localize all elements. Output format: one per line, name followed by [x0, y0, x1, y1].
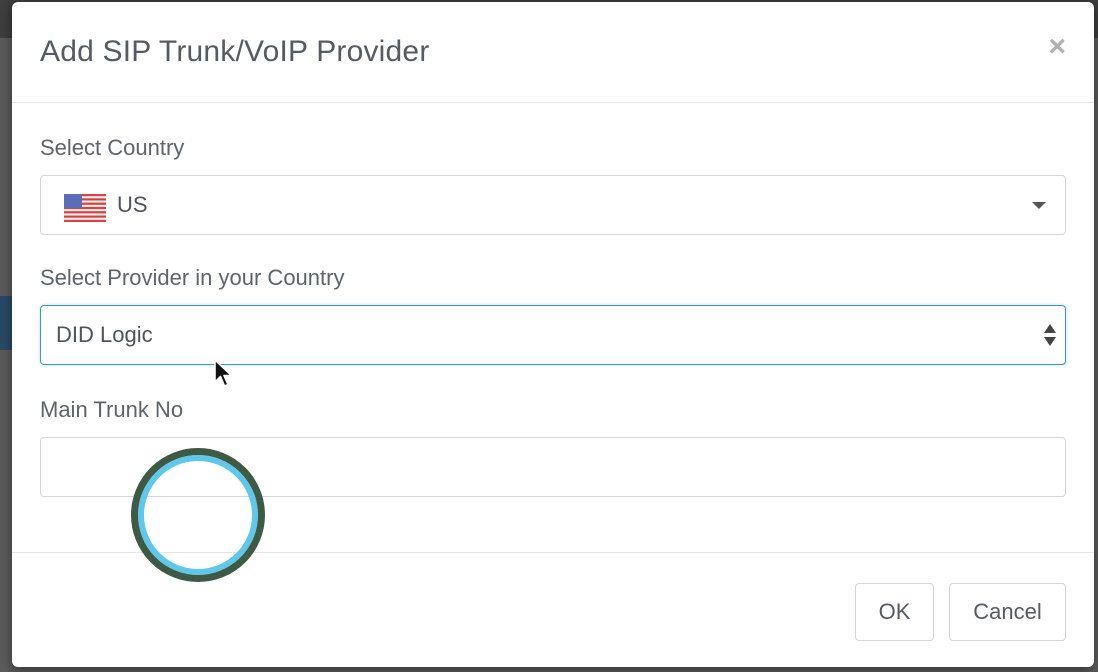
mouse-pointer-icon — [214, 359, 233, 387]
provider-value: DID Logic — [56, 322, 153, 347]
close-icon[interactable]: × — [1048, 32, 1066, 62]
chevron-down-icon — [1032, 202, 1046, 209]
us-flag-icon — [64, 194, 106, 222]
dialog-title: Add SIP Trunk/VoIP Provider — [40, 35, 430, 68]
country-select[interactable]: US — [40, 175, 1066, 235]
country-label: Select Country — [40, 135, 185, 160]
provider-label: Select Provider in your Country — [40, 265, 345, 290]
country-value: US — [117, 192, 148, 217]
dialog-header: Add SIP Trunk/VoIP Provider × — [12, 2, 1094, 103]
click-indicator-ring — [131, 448, 265, 582]
cancel-button[interactable]: Cancel — [949, 583, 1066, 641]
provider-select[interactable]: DID Logic — [40, 305, 1066, 365]
trunk-label: Main Trunk No — [40, 397, 184, 422]
select-arrows-icon — [1043, 324, 1057, 348]
ok-button[interactable]: OK — [855, 583, 934, 641]
